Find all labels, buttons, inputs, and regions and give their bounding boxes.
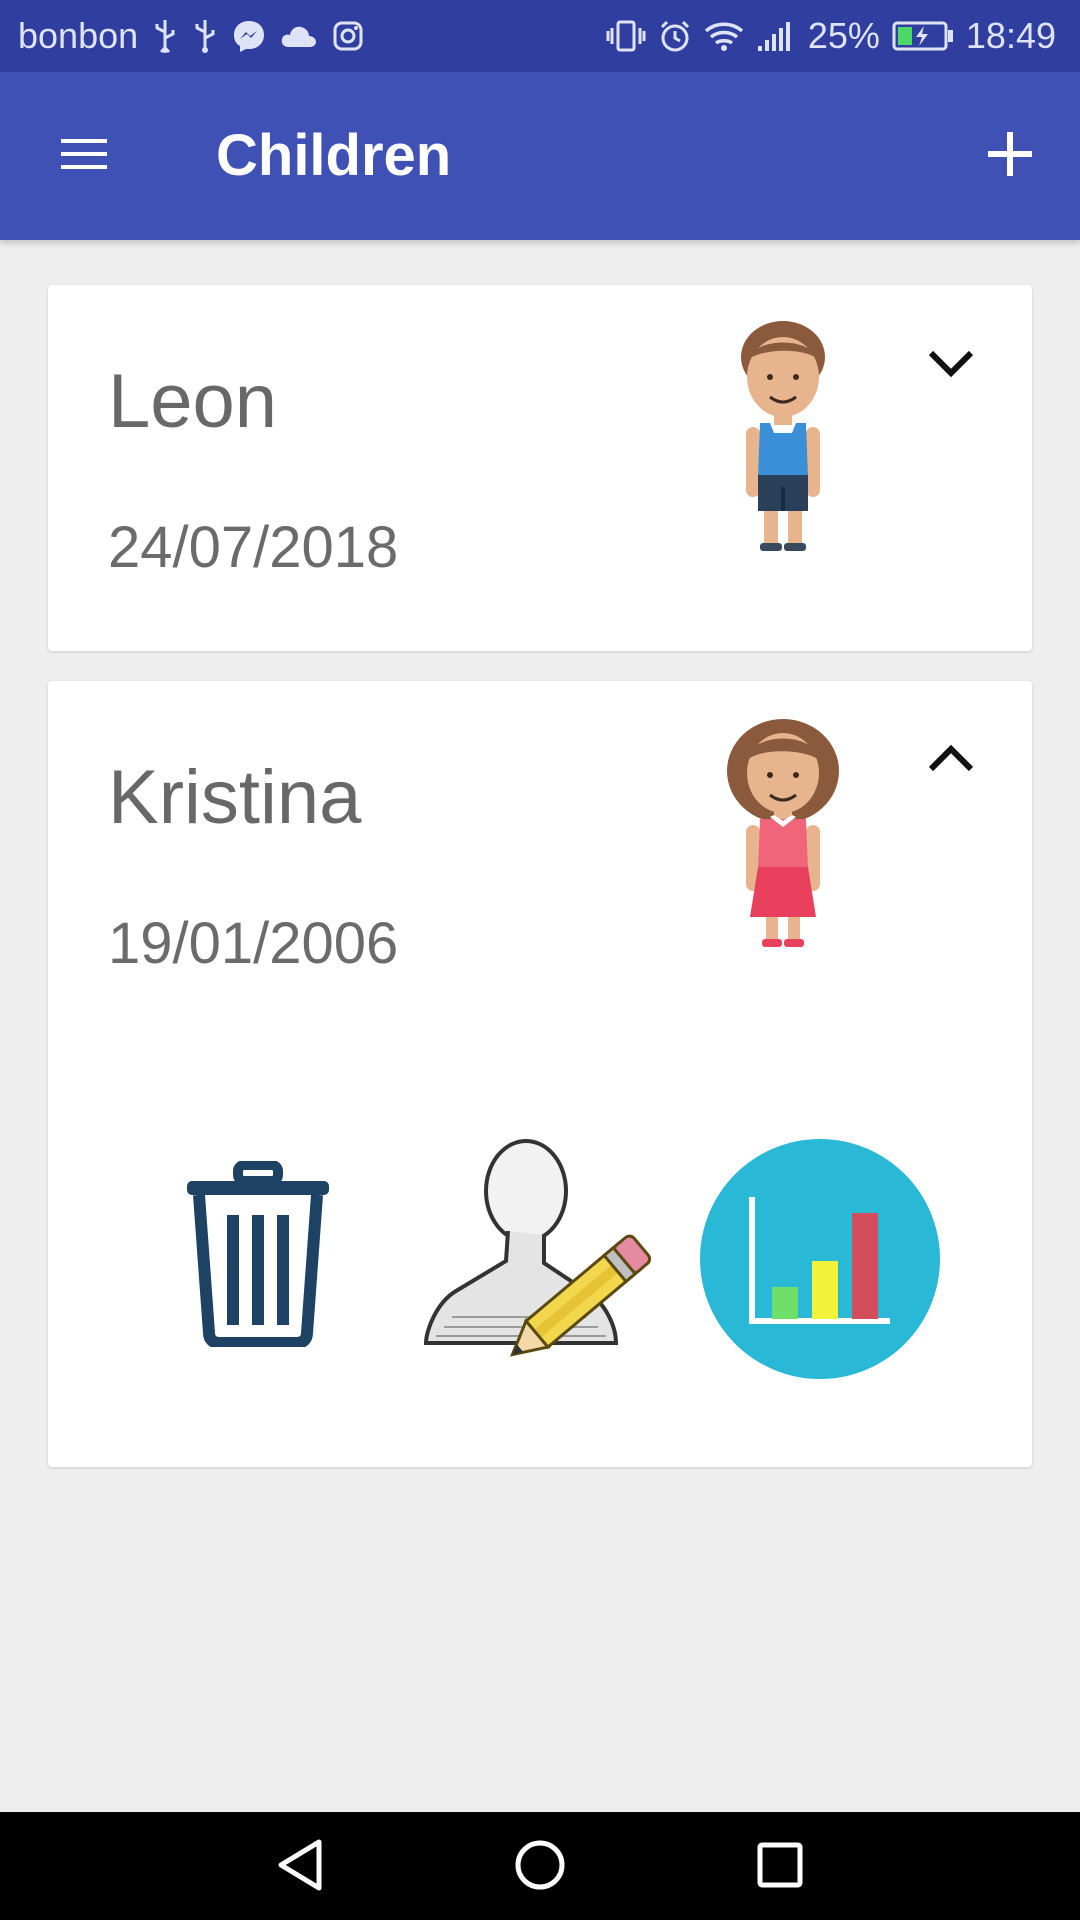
- battery-charging-icon: [892, 20, 954, 52]
- chevron-up-icon: [926, 743, 976, 780]
- trash-icon: [183, 1159, 333, 1352]
- recent-apps-icon: [755, 1840, 805, 1895]
- menu-button[interactable]: [44, 116, 124, 196]
- collapse-toggle[interactable]: [906, 721, 996, 801]
- usb-icon: [152, 18, 178, 54]
- battery-percent: 25%: [807, 15, 880, 56]
- usb-icon: [192, 18, 218, 54]
- home-icon: [513, 1838, 567, 1897]
- carrier-label: bonbon: [18, 15, 139, 56]
- edit-profile-icon: [416, 1139, 666, 1385]
- child-name: Kristina: [108, 755, 362, 840]
- add-child-button[interactable]: [968, 114, 1052, 198]
- back-icon: [275, 1838, 325, 1897]
- status-left-group: bonbon: [18, 0, 364, 72]
- signal-icon: [756, 20, 796, 52]
- child-statistics-button[interactable]: [700, 1139, 940, 1379]
- recent-apps-button[interactable]: [740, 1832, 820, 1902]
- wifi-icon: [704, 20, 744, 52]
- messenger-icon: [232, 19, 266, 53]
- hamburger-menu-icon: [59, 136, 109, 177]
- delete-child-button[interactable]: [178, 1131, 338, 1381]
- system-nav-bar: [0, 1812, 1080, 1920]
- instagram-icon: [332, 20, 364, 52]
- home-button[interactable]: [500, 1832, 580, 1902]
- expand-toggle[interactable]: [906, 325, 996, 405]
- chevron-down-icon: [926, 347, 976, 384]
- vibrate-icon: [606, 19, 646, 53]
- status-bar: bonbon 25% 18:49: [0, 0, 1080, 72]
- page-title: Children: [216, 123, 452, 188]
- bar-chart-icon: [700, 1139, 940, 1383]
- girl-avatar-icon: [708, 711, 858, 951]
- cloud-icon: [280, 23, 318, 49]
- app-bar: Children: [0, 72, 1080, 240]
- boy-avatar-icon: [708, 315, 858, 555]
- child-birthdate: 19/01/2006: [108, 911, 399, 976]
- child-birthdate: 24/07/2018: [108, 515, 399, 580]
- child-card-leon[interactable]: Leon 24/07/2018: [48, 285, 1032, 651]
- plus-icon: [986, 130, 1034, 183]
- alarm-icon: [658, 19, 692, 53]
- status-right-group: 25% 18:49: [606, 0, 1056, 72]
- child-actions: [48, 1131, 1032, 1391]
- child-name: Leon: [108, 359, 278, 444]
- clock-time: 18:49: [965, 15, 1056, 56]
- child-card-kristina[interactable]: Kristina 19/01/2006: [48, 681, 1032, 1467]
- back-button[interactable]: [260, 1832, 340, 1902]
- edit-child-button[interactable]: [416, 1131, 666, 1381]
